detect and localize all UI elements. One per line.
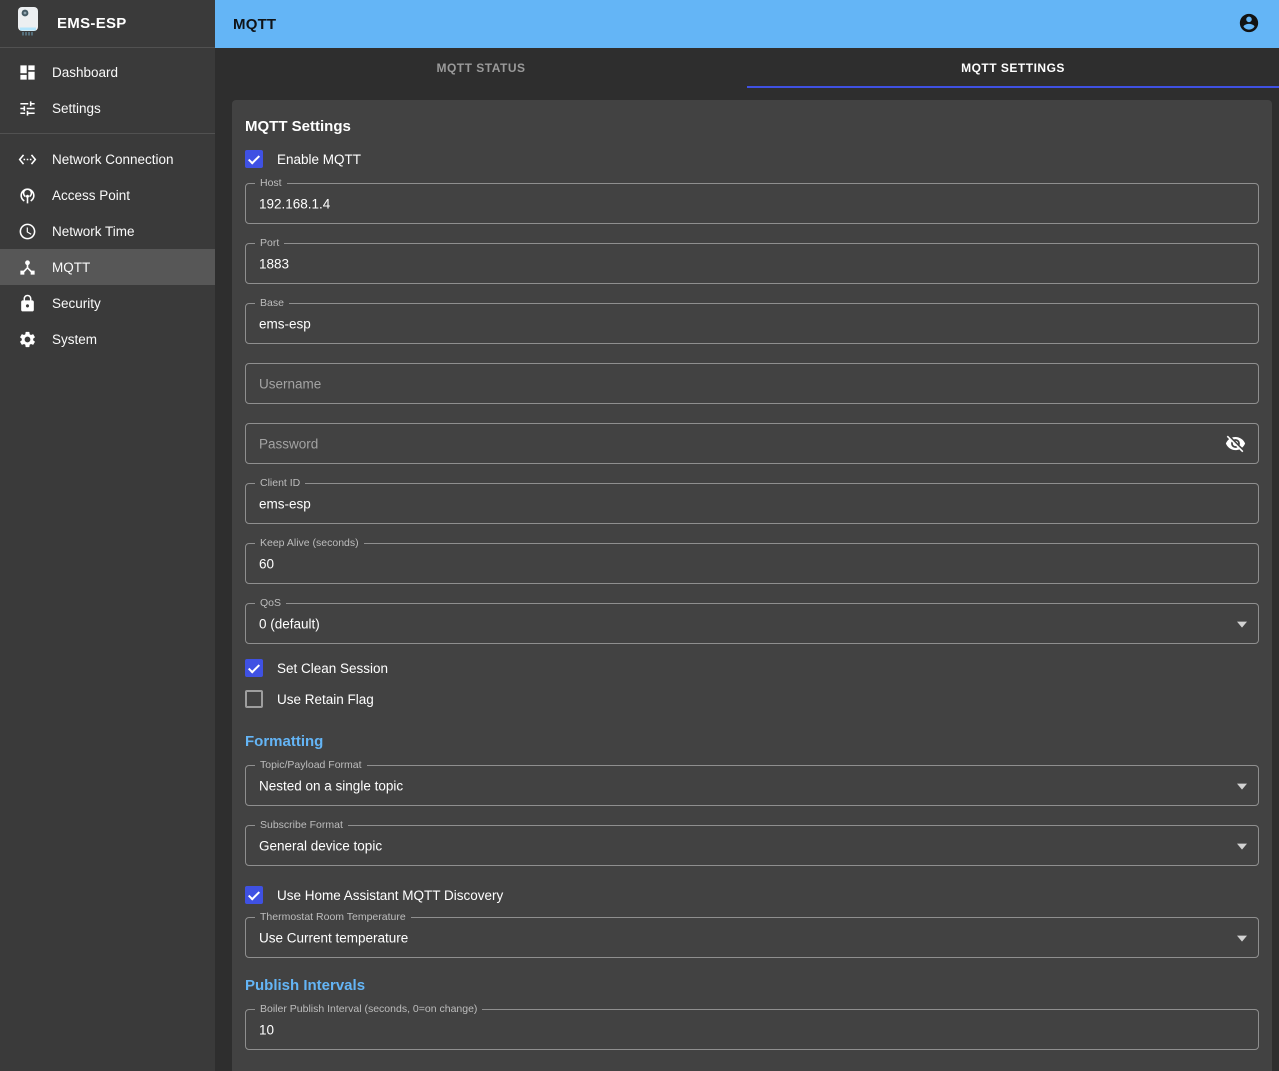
formatting-heading: Formatting	[245, 733, 1259, 750]
sidebar-item-mqtt[interactable]: MQTT	[0, 249, 215, 285]
tune-icon	[17, 98, 37, 118]
checkbox-label: Enable MQTT	[277, 152, 361, 167]
field-label: Base	[255, 297, 289, 310]
field-label: Keep Alive (seconds)	[255, 537, 364, 550]
set-clean-session-checkbox[interactable]: Set Clean Session	[245, 658, 1259, 678]
sidebar-divider	[0, 133, 215, 134]
checkbox-checked-icon	[245, 150, 263, 168]
ethernet-icon	[17, 149, 37, 169]
clock-icon	[17, 221, 37, 241]
field-label: Subscribe Format	[255, 819, 348, 832]
field-value: 60	[259, 556, 274, 571]
sidebar-item-system[interactable]: System	[0, 321, 215, 357]
sidebar-item-label: Dashboard	[52, 65, 118, 80]
checkbox-checked-icon	[245, 886, 263, 904]
chevron-down-icon	[1237, 935, 1247, 941]
keep-alive-field[interactable]: Keep Alive (seconds) 60	[245, 543, 1259, 584]
checkbox-unchecked-icon	[245, 690, 263, 708]
field-placeholder: Password	[259, 436, 318, 451]
field-value: 0 (default)	[259, 616, 320, 631]
use-retain-flag-checkbox[interactable]: Use Retain Flag	[245, 689, 1259, 709]
field-label: Thermostat Room Temperature	[255, 911, 411, 924]
tab-mqtt-settings[interactable]: MQTT SETTINGS	[747, 48, 1279, 88]
chevron-down-icon	[1237, 843, 1247, 849]
field-label: Topic/Payload Format	[255, 759, 367, 772]
field-value: 192.168.1.4	[259, 196, 330, 211]
field-placeholder: Username	[259, 376, 321, 391]
checkbox-checked-icon	[245, 659, 263, 677]
dashboard-icon	[17, 62, 37, 82]
field-value: General device topic	[259, 838, 382, 853]
field-value: Nested on a single topic	[259, 778, 403, 793]
sidebar-item-network-connection[interactable]: Network Connection	[0, 141, 215, 177]
field-value: 10	[259, 1022, 274, 1037]
boiler-publish-interval-field[interactable]: Boiler Publish Interval (seconds, 0=on c…	[245, 1009, 1259, 1050]
sidebar-item-label: Security	[52, 296, 101, 311]
wifi-tethering-icon	[17, 185, 37, 205]
appbar: MQTT	[215, 0, 1279, 48]
gear-icon	[17, 329, 37, 349]
sidebar-item-dashboard[interactable]: Dashboard	[0, 54, 215, 90]
visibility-off-icon[interactable]	[1225, 433, 1247, 455]
page-title: MQTT	[233, 16, 276, 33]
sidebar-item-security[interactable]: Security	[0, 285, 215, 321]
host-field[interactable]: Host 192.168.1.4	[245, 183, 1259, 224]
sidebar-item-label: System	[52, 332, 97, 347]
sidebar-item-settings[interactable]: Settings	[0, 90, 215, 126]
qos-select[interactable]: QoS 0 (default)	[245, 603, 1259, 644]
sidebar: EMS-ESP Dashboard Settings Network Conne…	[0, 0, 215, 1071]
field-value: ems-esp	[259, 496, 311, 511]
main-area: MQTT MQTT STATUS MQTT SETTINGS MQTT Sett…	[215, 0, 1279, 1071]
sidebar-item-label: Network Time	[52, 224, 135, 239]
password-field[interactable]: Password	[245, 423, 1259, 464]
device-hub-icon	[17, 257, 37, 277]
username-field[interactable]: Username	[245, 363, 1259, 404]
field-value: ems-esp	[259, 316, 311, 331]
field-value: Use Current temperature	[259, 930, 408, 945]
sidebar-item-label: Network Connection	[52, 152, 174, 167]
field-label: QoS	[255, 597, 286, 610]
app-title: EMS-ESP	[57, 15, 127, 32]
field-value: 1883	[259, 256, 289, 271]
card-heading: MQTT Settings	[245, 118, 1259, 135]
field-label: Host	[255, 177, 287, 190]
publish-intervals-heading: Publish Intervals	[245, 977, 1259, 994]
sidebar-nav: Dashboard Settings Network Connection Ac…	[0, 48, 215, 357]
enable-mqtt-checkbox[interactable]: Enable MQTT	[245, 149, 1259, 169]
subscribe-format-select[interactable]: Subscribe Format General device topic	[245, 825, 1259, 866]
account-circle-icon[interactable]	[1238, 12, 1262, 36]
sidebar-item-label: MQTT	[52, 260, 90, 275]
checkbox-label: Set Clean Session	[277, 661, 388, 676]
field-label: Boiler Publish Interval (seconds, 0=on c…	[255, 1003, 482, 1016]
sidebar-header: EMS-ESP	[0, 0, 215, 48]
field-label: Client ID	[255, 477, 305, 490]
base-field[interactable]: Base ems-esp	[245, 303, 1259, 344]
topic-payload-format-select[interactable]: Topic/Payload Format Nested on a single …	[245, 765, 1259, 806]
mqtt-settings-card: MQTT Settings Enable MQTT Host 192.168.1…	[232, 100, 1272, 1071]
content-area: MQTT Settings Enable MQTT Host 192.168.1…	[215, 88, 1279, 1071]
thermostat-room-temperature-select[interactable]: Thermostat Room Temperature Use Current …	[245, 917, 1259, 958]
chevron-down-icon	[1237, 621, 1247, 627]
checkbox-label: Use Retain Flag	[277, 692, 374, 707]
lock-icon	[17, 293, 37, 313]
chevron-down-icon	[1237, 783, 1247, 789]
ems-esp-logo-icon	[15, 6, 41, 41]
field-label: Port	[255, 237, 284, 250]
sidebar-item-label: Access Point	[52, 188, 130, 203]
sidebar-item-access-point[interactable]: Access Point	[0, 177, 215, 213]
ha-discovery-checkbox[interactable]: Use Home Assistant MQTT Discovery	[245, 885, 1259, 905]
client-id-field[interactable]: Client ID ems-esp	[245, 483, 1259, 524]
port-field[interactable]: Port 1883	[245, 243, 1259, 284]
tab-mqtt-status[interactable]: MQTT STATUS	[215, 48, 747, 88]
sidebar-item-label: Settings	[52, 101, 101, 116]
checkbox-label: Use Home Assistant MQTT Discovery	[277, 888, 503, 903]
tab-bar: MQTT STATUS MQTT SETTINGS	[215, 48, 1279, 88]
sidebar-item-network-time[interactable]: Network Time	[0, 213, 215, 249]
